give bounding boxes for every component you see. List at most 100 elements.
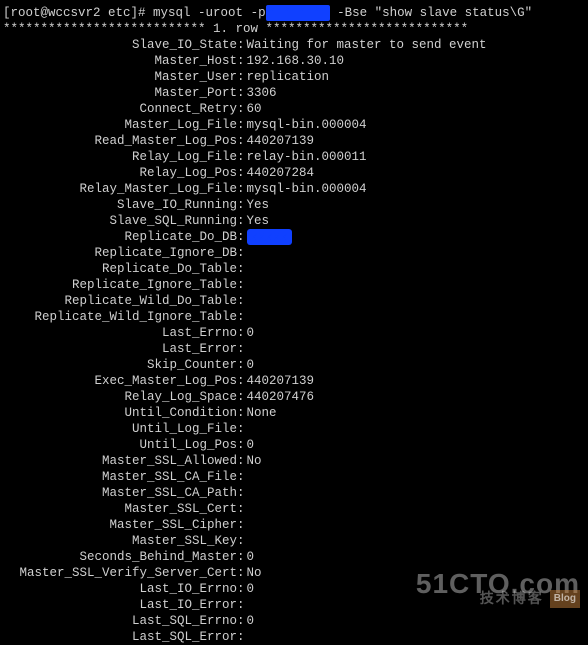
colon: : <box>237 501 247 517</box>
status-key: Master_Port <box>0 85 237 101</box>
status-value: 440207476 <box>247 389 315 405</box>
status-row: Relay_Log_Space: 440207476 <box>0 389 588 405</box>
status-row: Replicate_Do_Table: <box>0 261 588 277</box>
redacted-password: ******** <box>266 5 330 21</box>
status-row: Until_Log_Pos: 0 <box>0 437 588 453</box>
status-row: Master_User: replication <box>0 69 588 85</box>
colon: : <box>237 197 247 213</box>
status-key: Connect_Retry <box>0 101 237 117</box>
status-key: Relay_Log_File <box>0 149 237 165</box>
status-value: 0 <box>247 357 255 373</box>
status-value: No <box>247 565 262 581</box>
status-row: Read_Master_Log_Pos: 440207139 <box>0 133 588 149</box>
status-key: Until_Log_Pos <box>0 437 237 453</box>
colon: : <box>237 229 247 245</box>
row-separator: *************************** 1. row *****… <box>0 21 588 37</box>
command-pre: mysql -uroot -p <box>153 6 266 20</box>
status-key: Relay_Log_Space <box>0 389 237 405</box>
colon: : <box>237 485 247 501</box>
status-key: Replicate_Do_Table <box>0 261 237 277</box>
status-key: Master_SSL_CA_Path <box>0 485 237 501</box>
colon: : <box>237 421 247 437</box>
status-row: Last_SQL_Errno: 0 <box>0 613 588 629</box>
colon: : <box>237 245 247 261</box>
colon: : <box>237 85 247 101</box>
colon: : <box>237 69 247 85</box>
status-key: Master_SSL_Cipher <box>0 517 237 533</box>
status-row: Until_Condition: None <box>0 405 588 421</box>
colon: : <box>237 533 247 549</box>
status-row: Relay_Master_Log_File: mysql-bin.000004 <box>0 181 588 197</box>
colon: : <box>237 37 247 53</box>
colon: : <box>237 293 247 309</box>
colon: : <box>237 389 247 405</box>
status-value: 0 <box>247 549 255 565</box>
colon: : <box>237 357 247 373</box>
colon: : <box>237 53 247 69</box>
status-row: Replicate_Wild_Ignore_Table: <box>0 309 588 325</box>
colon: : <box>237 597 247 613</box>
status-key: Master_SSL_CA_File <box>0 469 237 485</box>
status-key: Master_User <box>0 69 237 85</box>
status-value: replication <box>247 69 330 85</box>
status-key: Seconds_Behind_Master <box>0 549 237 565</box>
status-key: Relay_Log_Pos <box>0 165 237 181</box>
status-row: Connect_Retry: 60 <box>0 101 588 117</box>
status-value: Waiting for master to send event <box>247 37 487 53</box>
status-key: Slave_SQL_Running <box>0 213 237 229</box>
status-value: 60 <box>247 101 262 117</box>
status-key: Master_Log_File <box>0 117 237 133</box>
status-value: 192.168.30.10 <box>247 53 345 69</box>
status-key: Replicate_Do_DB <box>0 229 237 245</box>
status-key: Last_Error <box>0 341 237 357</box>
colon: : <box>237 133 247 149</box>
status-value: mysql-bin.000004 <box>247 117 367 133</box>
status-row: Master_Port: 3306 <box>0 85 588 101</box>
status-value: 440207139 <box>247 133 315 149</box>
status-key: Last_IO_Error <box>0 597 237 613</box>
status-row: Master_SSL_Allowed: No <box>0 453 588 469</box>
status-key: Last_Errno <box>0 325 237 341</box>
status-row: Slave_SQL_Running: Yes <box>0 213 588 229</box>
status-value: 0 <box>247 437 255 453</box>
slave-status-output: Slave_IO_State: Waiting for master to se… <box>0 37 588 645</box>
status-row: Last_IO_Errno: 0 <box>0 581 588 597</box>
status-row: Master_SSL_Verify_Server_Cert: No <box>0 565 588 581</box>
status-row: Exec_Master_Log_Pos: 440207139 <box>0 373 588 389</box>
status-key: Replicate_Ignore_Table <box>0 277 237 293</box>
status-value: 0 <box>247 325 255 341</box>
status-row: Master_SSL_Key: <box>0 533 588 549</box>
status-key: Last_SQL_Errno <box>0 613 237 629</box>
status-value: 3306 <box>247 85 277 101</box>
colon: : <box>237 309 247 325</box>
colon: : <box>237 165 247 181</box>
colon: : <box>237 181 247 197</box>
status-value: 440207284 <box>247 165 315 181</box>
status-row: Master_Log_File: mysql-bin.000004 <box>0 117 588 133</box>
colon: : <box>237 517 247 533</box>
status-key: Last_IO_Errno <box>0 581 237 597</box>
status-key: Master_Host <box>0 53 237 69</box>
status-row: Last_IO_Error: <box>0 597 588 613</box>
shell-prompt: [root@wccsvr2 etc]# <box>3 6 146 20</box>
status-key: Master_SSL_Verify_Server_Cert <box>0 565 237 581</box>
status-row: Last_Errno: 0 <box>0 325 588 341</box>
colon: : <box>237 453 247 469</box>
status-key: Skip_Counter <box>0 357 237 373</box>
colon: : <box>237 213 247 229</box>
status-key: Replicate_Ignore_DB <box>0 245 237 261</box>
status-key: Replicate_Wild_Do_Table <box>0 293 237 309</box>
status-key: Master_SSL_Cert <box>0 501 237 517</box>
terminal-command-line: [root@wccsvr2 etc]# mysql -uroot -p*****… <box>0 5 588 21</box>
status-row: Slave_IO_State: Waiting for master to se… <box>0 37 588 53</box>
status-value: Yes <box>247 213 270 229</box>
status-row: Replicate_Ignore_DB: <box>0 245 588 261</box>
status-key: Relay_Master_Log_File <box>0 181 237 197</box>
status-row: Replicate_Do_DB: xxxxx <box>0 229 588 245</box>
status-row: Replicate_Wild_Do_Table: <box>0 293 588 309</box>
status-row: Master_SSL_Cipher: <box>0 517 588 533</box>
status-value: No <box>247 453 262 469</box>
status-value: mysql-bin.000004 <box>247 181 367 197</box>
status-key: Replicate_Wild_Ignore_Table <box>0 309 237 325</box>
colon: : <box>237 581 247 597</box>
